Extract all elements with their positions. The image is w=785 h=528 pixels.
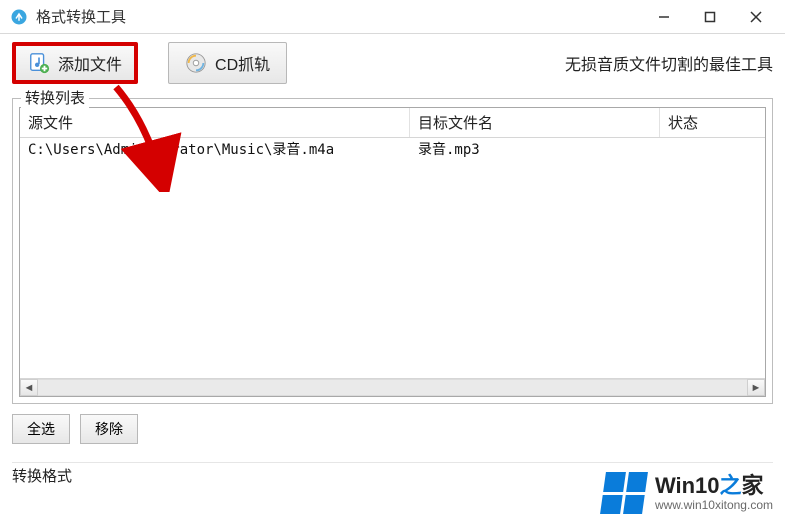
slogan-text: 无损音质文件切割的最佳工具 [565, 51, 773, 75]
cd-rip-button[interactable]: CD抓轨 [168, 42, 287, 84]
column-status[interactable]: 状态 [660, 108, 765, 137]
windows-logo-icon [600, 472, 648, 514]
titlebar: 格式转换工具 [0, 0, 785, 34]
watermark: Win10之家 www.win10xitong.com [603, 472, 773, 514]
select-all-button[interactable]: 全选 [12, 414, 70, 444]
table-row[interactable]: C:\Users\Administrator\Music\录音.m4a 录音.m… [20, 138, 765, 160]
cell-target: 录音.mp3 [410, 139, 660, 159]
conversion-list-group: 转换列表 源文件 目标文件名 状态 C:\Users\Administrator… [12, 98, 773, 404]
maximize-button[interactable] [687, 1, 733, 33]
add-file-label: 添加文件 [58, 51, 122, 75]
cell-source: C:\Users\Administrator\Music\录音.m4a [20, 139, 410, 159]
group-legend: 转换列表 [21, 87, 89, 108]
app-icon [10, 8, 28, 26]
conversion-list: 源文件 目标文件名 状态 C:\Users\Administrator\Musi… [19, 107, 766, 397]
window-title: 格式转换工具 [36, 6, 126, 27]
cd-rip-label: CD抓轨 [215, 51, 270, 75]
close-button[interactable] [733, 1, 779, 33]
cd-icon [185, 52, 207, 74]
add-file-button[interactable]: 添加文件 [12, 42, 138, 84]
column-target[interactable]: 目标文件名 [410, 108, 660, 137]
scroll-track[interactable] [38, 379, 747, 396]
toolbar: 添加文件 CD抓轨 无损音质文件切割的最佳工具 [0, 34, 785, 98]
window-controls [641, 1, 779, 33]
list-body[interactable]: C:\Users\Administrator\Music\录音.m4a 录音.m… [20, 138, 765, 378]
scroll-left-icon[interactable]: ◄ [20, 379, 38, 396]
column-source[interactable]: 源文件 [20, 108, 410, 137]
list-header: 源文件 目标文件名 状态 [20, 108, 765, 138]
scroll-right-icon[interactable]: ► [747, 379, 765, 396]
music-file-add-icon [28, 52, 50, 74]
remove-button[interactable]: 移除 [80, 414, 138, 444]
watermark-brand: Win10之家 [655, 475, 773, 497]
watermark-url: www.win10xitong.com [655, 499, 773, 511]
horizontal-scrollbar[interactable]: ◄ ► [20, 378, 765, 396]
bottom-buttons: 全选 移除 [12, 414, 773, 444]
minimize-button[interactable] [641, 1, 687, 33]
